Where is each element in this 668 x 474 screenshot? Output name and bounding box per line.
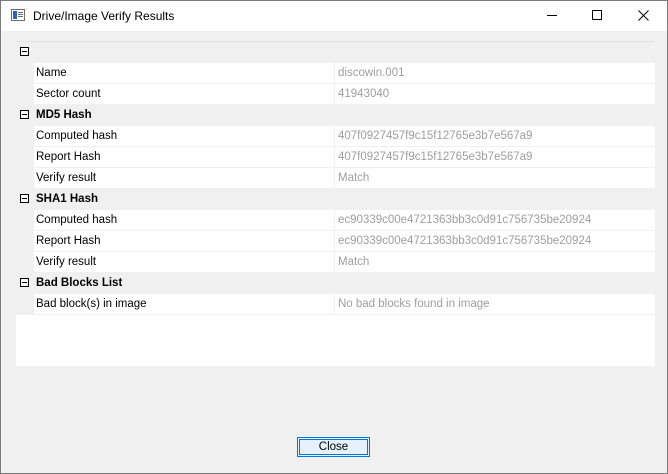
row-gutter — [16, 84, 34, 105]
property-row-md5-computed-hash[interactable]: Computed hash 407f0927457f9c15f12765e3b7… — [16, 126, 655, 147]
property-name-cell[interactable]: Verify result — [34, 252, 335, 273]
close-button[interactable]: Close — [297, 437, 370, 457]
property-row-sha1-verify-result[interactable]: Verify result Match — [16, 252, 655, 273]
property-value: discowin.001 — [338, 67, 405, 79]
collapse-icon[interactable] — [20, 110, 29, 119]
title-bar[interactable]: Drive/Image Verify Results — [1, 1, 667, 31]
property-name-cell[interactable]: Bad block(s) in image — [34, 294, 335, 315]
property-value-cell[interactable]: Match — [335, 252, 655, 273]
collapse-icon[interactable] — [20, 47, 29, 56]
property-row-name[interactable]: Name discowin.001 — [16, 63, 655, 84]
property-value-cell[interactable]: discowin.001 — [335, 63, 655, 84]
property-value-cell[interactable]: 407f0927457f9c15f12765e3b7e567a9 — [335, 147, 655, 168]
property-value-cell[interactable]: No bad blocks found in image — [335, 294, 655, 315]
property-value-cell[interactable]: 407f0927457f9c15f12765e3b7e567a9 — [335, 126, 655, 147]
property-value: Match — [338, 256, 370, 268]
category-label: Bad Blocks List — [36, 277, 123, 289]
property-name: Report Hash — [36, 235, 101, 247]
property-value-cell[interactable]: Match — [335, 168, 655, 189]
category-label: SHA1 Hash — [36, 193, 98, 205]
property-name: Sector count — [36, 88, 101, 100]
row-gutter — [16, 210, 34, 231]
property-name: Verify result — [36, 172, 97, 184]
row-gutter — [16, 126, 34, 147]
property-value: 407f0927457f9c15f12765e3b7e567a9 — [338, 151, 533, 163]
property-value-cell[interactable]: ec90339c00e4721363bb3c0d91c756735be20924 — [335, 231, 655, 252]
property-name: Bad block(s) in image — [36, 298, 147, 310]
category-row-bad-blocks-list[interactable]: Bad Blocks List — [16, 273, 655, 294]
property-name-cell[interactable]: Verify result — [34, 168, 335, 189]
row-gutter — [16, 63, 34, 84]
collapse-icon[interactable] — [20, 194, 29, 203]
property-name-cell[interactable]: Report Hash — [34, 147, 335, 168]
property-value: No bad blocks found in image — [338, 298, 490, 310]
property-value: ec90339c00e4721363bb3c0d91c756735be20924 — [338, 235, 592, 247]
property-value: Match — [338, 172, 370, 184]
category-label: MD5 Hash — [36, 109, 92, 121]
property-name-cell[interactable]: Sector count — [34, 84, 335, 105]
row-gutter — [16, 147, 34, 168]
row-gutter — [16, 294, 34, 315]
collapse-icon[interactable] — [20, 278, 29, 287]
property-row-md5-verify-result[interactable]: Verify result Match — [16, 168, 655, 189]
category-row-sha1-hash[interactable]: SHA1 Hash — [16, 189, 655, 210]
property-value-cell[interactable]: ec90339c00e4721363bb3c0d91c756735be20924 — [335, 210, 655, 231]
property-name: Verify result — [36, 256, 97, 268]
verify-results-window: Drive/Image Verify Results Name discowin… — [0, 0, 668, 474]
row-gutter — [16, 252, 34, 273]
category-row-general[interactable] — [16, 42, 655, 63]
property-row-sha1-computed-hash[interactable]: Computed hash ec90339c00e4721363bb3c0d91… — [16, 210, 655, 231]
row-gutter — [16, 168, 34, 189]
property-name-cell[interactable]: Report Hash — [34, 231, 335, 252]
minimize-button[interactable] — [529, 1, 575, 31]
property-name: Computed hash — [36, 130, 118, 142]
property-name: Computed hash — [36, 214, 118, 226]
property-name-cell[interactable]: Computed hash — [34, 126, 335, 147]
property-value: 407f0927457f9c15f12765e3b7e567a9 — [338, 130, 533, 142]
window-title: Drive/Image Verify Results — [33, 9, 175, 23]
property-name-cell[interactable]: Computed hash — [34, 210, 335, 231]
minimize-icon — [547, 15, 557, 16]
row-gutter — [16, 231, 34, 252]
property-row-sha1-report-hash[interactable]: Report Hash ec90339c00e4721363bb3c0d91c7… — [16, 231, 655, 252]
property-value: ec90339c00e4721363bb3c0d91c756735be20924 — [338, 214, 592, 226]
property-row-bad-blocks[interactable]: Bad block(s) in image No bad blocks foun… — [16, 294, 655, 315]
property-name-cell[interactable]: Name — [34, 63, 335, 84]
property-value-cell[interactable]: 41943040 — [335, 84, 655, 105]
property-value: 41943040 — [338, 88, 390, 100]
property-grid[interactable]: Name discowin.001 Sector count 41943040 … — [16, 41, 655, 366]
property-row-md5-report-hash[interactable]: Report Hash 407f0927457f9c15f12765e3b7e5… — [16, 147, 655, 168]
maximize-icon — [592, 10, 602, 20]
property-name: Report Hash — [36, 151, 101, 163]
category-row-md5-hash[interactable]: MD5 Hash — [16, 105, 655, 126]
property-name: Name — [36, 67, 67, 79]
window-app-icon — [11, 9, 25, 21]
maximize-button[interactable] — [575, 1, 621, 31]
close-window-button[interactable] — [621, 1, 667, 31]
close-icon — [638, 10, 649, 21]
property-row-sector-count[interactable]: Sector count 41943040 — [16, 84, 655, 105]
